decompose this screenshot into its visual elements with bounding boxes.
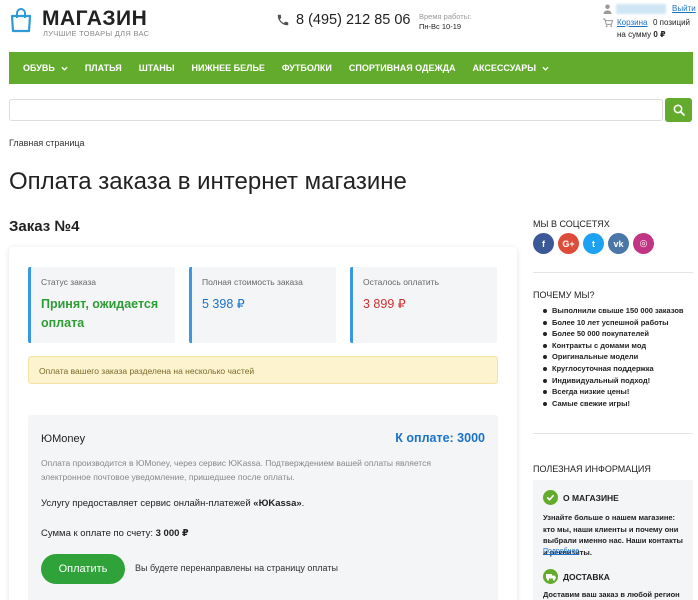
- nav-item-label: ФУТБОЛКИ: [281, 63, 332, 73]
- redirect-note: Вы будете перенаправлены на страницу опл…: [135, 563, 338, 573]
- stat-value: Принят, ожидается оплата: [41, 297, 159, 330]
- list-item: Более 10 лет успешной работы: [543, 317, 684, 329]
- why-list: Выполнили свыше 150 000 заказов Более 10 …: [543, 305, 684, 409]
- facebook-icon[interactable]: f: [533, 233, 554, 254]
- phone-icon: [277, 14, 289, 26]
- provider-suffix: .: [301, 498, 305, 509]
- cart-sum: на сумму 0 ₽: [617, 30, 666, 39]
- nav-item[interactable]: АКСЕССУАРЫ: [473, 63, 550, 73]
- logout-link[interactable]: Выйти: [672, 4, 696, 13]
- list-item: Выполнили свыше 150 000 заказов: [543, 305, 684, 317]
- sidebar-divider: [533, 272, 693, 273]
- provider-name: «ЮKassa»: [253, 498, 302, 509]
- payment-description: Оплата производится в ЮMoney, через серв…: [41, 458, 431, 482]
- search-input[interactable]: [9, 99, 663, 121]
- chevron-down-icon: [61, 66, 68, 71]
- sum-value: 3 000 ₽: [155, 528, 189, 539]
- shopping-bag-icon[interactable]: [9, 7, 33, 33]
- list-item: Индивидуальный подход!: [543, 375, 684, 387]
- nav-item-label: СПОРТИВНАЯ ОДЕЖДА: [348, 63, 456, 73]
- list-item: Круглосуточная поддержка: [543, 363, 684, 375]
- info-heading: ПОЛЕЗНАЯ ИНФОРМАЦИЯ: [533, 464, 651, 474]
- cart-link[interactable]: Корзина: [617, 18, 647, 27]
- payment-amount: К оплате: 3000: [395, 431, 485, 445]
- search-button[interactable]: [665, 98, 692, 122]
- split-payment-notice: Оплата вашего заказа разделена на нескол…: [28, 356, 498, 384]
- list-item: Более 50 000 покупателей: [543, 328, 684, 340]
- stat-total-cost: Полная стоимость заказа 5 398 ₽: [189, 267, 336, 343]
- nav-item-label: НИЖНЕЕ БЕЛЬЕ: [191, 63, 265, 73]
- nav-item[interactable]: НИЖНЕЕ БЕЛЬЕ: [192, 63, 265, 73]
- social-heading: МЫ В СОЦСЕТЯХ: [533, 219, 610, 229]
- nav-item[interactable]: ПЛАТЬЯ: [85, 63, 122, 73]
- sum-prefix: Сумма к оплате по счету:: [41, 528, 153, 539]
- username-blurred[interactable]: [616, 4, 666, 14]
- search-icon: [672, 104, 685, 116]
- logo-subtitle: ЛУЧШИЕ ТОВАРЫ ДЛЯ ВАС: [43, 29, 150, 38]
- check-icon: [543, 490, 558, 505]
- list-item: Всегда низкие цены!: [543, 386, 684, 398]
- nav-item-label: ОБУВЬ: [23, 63, 55, 73]
- stat-label: Полная стоимость заказа: [202, 277, 303, 287]
- payment-sum: Сумма к оплате по счету: 3 000 ₽: [41, 528, 189, 539]
- nav-item[interactable]: ШТАНЫ: [139, 63, 175, 73]
- stat-remaining: Осталось оплатить 3 899 ₽: [350, 267, 497, 343]
- about-more-link[interactable]: Подробнее: [543, 548, 579, 555]
- google-plus-icon[interactable]: G+: [558, 233, 579, 254]
- pay-button[interactable]: Оплатить: [41, 554, 125, 584]
- chevron-down-icon: [542, 66, 549, 71]
- list-item: Самые свежие игры!: [543, 398, 684, 410]
- list-item: Контракты с домами мод: [543, 340, 684, 352]
- social-links: f G+ t vk ◎: [533, 233, 658, 254]
- nav-item-label: ПЛАТЬЯ: [84, 63, 122, 73]
- truck-icon: [543, 569, 558, 584]
- nav-item-label: ШТАНЫ: [138, 63, 175, 73]
- vk-icon[interactable]: vk: [608, 233, 629, 254]
- payment-method-name: ЮMoney: [41, 433, 86, 445]
- provider-prefix: Услугу предоставляет сервис онлайн-плате…: [41, 498, 251, 509]
- phone-number[interactable]: 8 (495) 212 85 06: [296, 12, 410, 28]
- delivery-text: Доставим ваш заказ в любой регион: [543, 590, 680, 599]
- header: МАГАЗИН ЛУЧШИЕ ТОВАРЫ ДЛЯ ВАС 8 (495) 21…: [0, 0, 698, 50]
- nav-item[interactable]: СПОРТИВНАЯ ОДЕЖДА: [349, 63, 456, 73]
- stat-label: Осталось оплатить: [363, 277, 440, 287]
- delivery-title[interactable]: ДОСТАВКА: [563, 572, 610, 582]
- stat-value: 5 398 ₽: [202, 297, 245, 311]
- order-title: Заказ №4: [9, 218, 80, 235]
- info-card: О МАГАЗИНЕ Узнайте больше о нашем магази…: [533, 480, 693, 600]
- why-heading: ПОЧЕМУ МЫ?: [533, 290, 595, 300]
- breadcrumb[interactable]: Главная страница: [9, 138, 85, 148]
- worktime-label: Время работы:: [419, 12, 472, 21]
- sidebar-divider: [533, 433, 693, 434]
- payment-provider: Услугу предоставляет сервис онлайн-плате…: [41, 498, 304, 509]
- instagram-icon[interactable]: ◎: [633, 233, 654, 254]
- twitter-icon[interactable]: t: [583, 233, 604, 254]
- nav-item[interactable]: ОБУВЬ: [23, 63, 68, 73]
- order-card: Статус заказа Принят, ожидается оплата П…: [9, 247, 517, 600]
- cart-sum-prefix: на сумму: [617, 30, 652, 39]
- main-nav: ОБУВЬ ПЛАТЬЯ ШТАНЫ НИЖНЕЕ БЕЛЬЕ ФУТБОЛКИ СПОР…: [9, 52, 693, 84]
- list-item: Оригинальные модели: [543, 351, 684, 363]
- nav-item-label: АКСЕССУАРЫ: [472, 63, 537, 73]
- about-title[interactable]: О МАГАЗИНЕ: [563, 493, 619, 503]
- stat-order-status: Статус заказа Принят, ожидается оплата: [28, 267, 175, 343]
- stat-value: 3 899 ₽: [363, 297, 406, 311]
- logo-title[interactable]: МАГАЗИН: [42, 7, 147, 31]
- payment-method-box: ЮMoney К оплате: 3000 Оплата производитс…: [28, 415, 498, 600]
- user-icon: [603, 4, 612, 14]
- cart-icon: [603, 18, 613, 27]
- cart-count: 0 позиций: [653, 18, 691, 27]
- nav-item[interactable]: ФУТБОЛКИ: [282, 63, 332, 73]
- worktime: Пн-Вс 10-19: [419, 22, 462, 31]
- stat-label: Статус заказа: [41, 277, 97, 287]
- cart-sum-value: 0 ₽: [653, 30, 666, 39]
- page-title: Оплата заказа в интернет магазине: [9, 168, 407, 195]
